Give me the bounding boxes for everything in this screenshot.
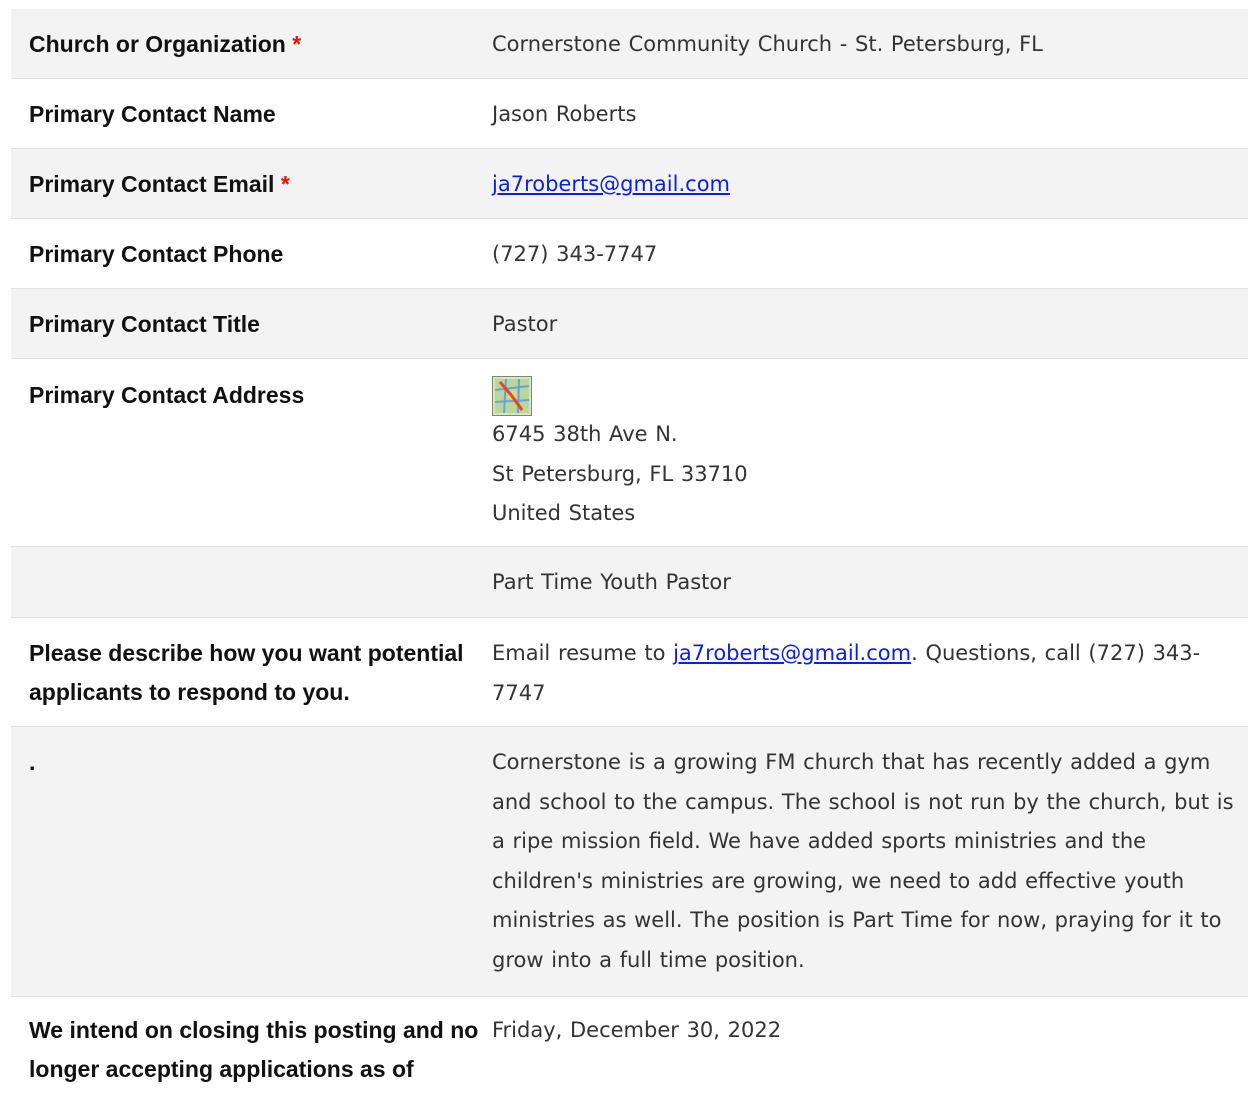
row-position: Part Time Youth Pastor	[11, 547, 1248, 618]
required-mark: *	[292, 31, 302, 57]
position-label	[11, 563, 492, 617]
row-organization: Church or Organization * Cornerstone Com…	[11, 9, 1248, 79]
contact-address-label: Primary Contact Address	[29, 382, 305, 408]
row-contact-address: Primary Contact Address 6745 38th Ave N.…	[11, 359, 1248, 547]
contact-email-value: ja7roberts@gmail.com	[492, 165, 1248, 218]
contact-name-value: Jason Roberts	[492, 102, 637, 126]
address-line-3: United States	[492, 501, 636, 525]
address-line-2: St Petersburg, FL 33710	[492, 461, 748, 486]
row-contact-phone: Primary Contact Phone (727) 343-7747	[11, 219, 1248, 289]
row-description: . Cornerstone is a growing FM church tha…	[11, 727, 1248, 997]
required-mark: *	[280, 171, 290, 197]
closing-label: We intend on closing this posting and no…	[29, 1017, 479, 1082]
closing-value: Friday, December 30, 2022	[492, 1018, 782, 1042]
map-icon[interactable]	[492, 376, 532, 416]
description-label: .	[29, 749, 36, 775]
row-contact-email: Primary Contact Email * ja7roberts@gmail…	[11, 149, 1248, 219]
organization-label: Church or Organization *	[11, 25, 492, 78]
contact-address-value: 6745 38th Ave N. St Petersburg, FL 33710…	[492, 376, 1248, 546]
organization-value: Cornerstone Community Church - St. Peter…	[492, 32, 1043, 56]
row-contact-name: Primary Contact Name Jason Roberts	[11, 79, 1248, 149]
respond-email-link[interactable]: ja7roberts@gmail.com	[673, 641, 911, 665]
contact-name-label: Primary Contact Name	[29, 101, 276, 127]
address-line-1: 6745 38th Ave N.	[492, 422, 678, 446]
position-value: Part Time Youth Pastor	[492, 570, 731, 594]
respond-prefix: Email resume to	[492, 641, 674, 665]
contact-email-label: Primary Contact Email *	[11, 165, 492, 218]
row-contact-title: Primary Contact Title Pastor	[11, 289, 1248, 359]
row-closing: We intend on closing this posting and no…	[11, 997, 1248, 1107]
listing-details-table: Church or Organization * Cornerstone Com…	[11, 9, 1248, 1107]
contact-email-link[interactable]: ja7roberts@gmail.com	[492, 172, 730, 196]
description-value: Cornerstone is a growing FM church that …	[492, 750, 1234, 972]
contact-email-label-text: Primary Contact Email	[29, 171, 275, 197]
respond-value: Email resume to ja7roberts@gmail.com. Qu…	[492, 634, 1248, 726]
respond-label: Please describe how you want potential a…	[29, 640, 464, 705]
contact-phone-label: Primary Contact Phone	[29, 241, 284, 267]
organization-label-text: Church or Organization	[29, 31, 286, 57]
contact-title-value: Pastor	[492, 312, 558, 336]
contact-phone-value: (727) 343-7747	[492, 242, 658, 266]
row-respond: Please describe how you want potential a…	[11, 618, 1248, 727]
contact-title-label: Primary Contact Title	[29, 311, 260, 337]
